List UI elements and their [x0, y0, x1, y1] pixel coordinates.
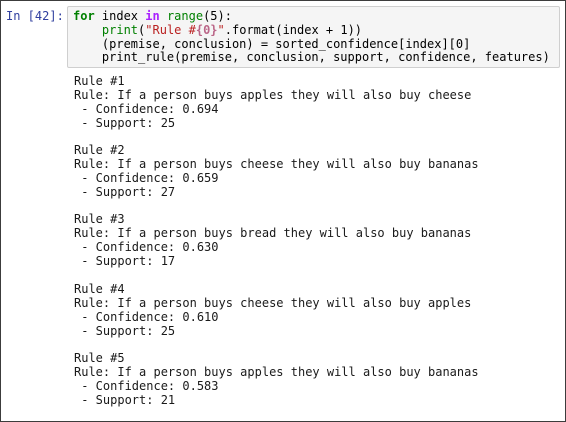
string-literal-start: "Rule #	[145, 22, 196, 37]
keyword-in: in	[145, 9, 160, 23]
rule-text: Rule: If a person buys apples they will …	[74, 88, 472, 102]
rule-title: Rule #4	[74, 281, 125, 296]
builtin-range: range	[166, 9, 204, 23]
rule-confidence: - Confidence: 0.659	[74, 171, 219, 186]
range-args: (5):	[203, 9, 232, 23]
rule-title: Rule #3	[74, 212, 125, 227]
rule-support: - Support: 17	[74, 254, 176, 269]
rule-support: - Support: 25	[74, 116, 176, 130]
rule-text: Rule: If a person buys bread they will a…	[74, 226, 472, 241]
builtin-print: print	[101, 22, 139, 37]
string-interpolation: {0}	[195, 22, 218, 37]
string-literal-end: "	[217, 22, 225, 37]
rule-text: Rule: If a person buys cheese they will …	[74, 157, 479, 172]
rule-confidence: - Confidence: 0.610	[74, 309, 219, 324]
rule-support: - Support: 21	[74, 392, 176, 407]
rule-confidence: - Confidence: 0.583	[74, 378, 219, 393]
code-line-3: (premise, conclusion) = sorted_confidenc…	[73, 36, 471, 51]
rule-block: Rule #2 Rule: If a person buys cheese th…	[74, 143, 479, 199]
rule-support: - Support: 25	[74, 323, 176, 338]
rule-confidence: - Confidence: 0.630	[74, 240, 219, 255]
rule-block: Rule #4 Rule: If a person buys cheese th…	[74, 282, 479, 338]
rule-text: Rule: If a person buys apples they will …	[74, 364, 479, 379]
code-editor[interactable]: for index in range(5): print("Rule #{0}"…	[67, 6, 560, 68]
cell-output: Rule #1 Rule: If a person buys apples th…	[74, 74, 479, 420]
rule-block: Rule #1 Rule: If a person buys apples th…	[74, 74, 479, 130]
rule-block: Rule #3 Rule: If a person buys bread the…	[74, 212, 479, 268]
code-line-1: for index in range(5):	[73, 9, 559, 24]
cell-prompt: In [42]:	[6, 9, 64, 23]
code-line-2: print("Rule #{0}".format(index + 1))	[73, 22, 559, 38]
code-line-4: print_rule(premise, conclusion, support,…	[73, 50, 550, 65]
rule-confidence: - Confidence: 0.694	[74, 102, 219, 116]
format-call: .format(index + 1))	[224, 22, 363, 37]
rule-title: Rule #2	[74, 143, 125, 158]
rule-support: - Support: 27	[74, 185, 176, 200]
notebook-cell: In [42]: for index in range(5): print("R…	[0, 0, 566, 422]
rule-title: Rule #5	[74, 350, 125, 365]
rule-block: Rule #5 Rule: If a person buys apples th…	[74, 351, 479, 407]
rule-title: Rule #1	[74, 74, 125, 88]
loop-variable: index	[94, 9, 146, 23]
rule-text: Rule: If a person buys cheese they will …	[74, 295, 472, 310]
keyword-for: for	[73, 9, 95, 23]
